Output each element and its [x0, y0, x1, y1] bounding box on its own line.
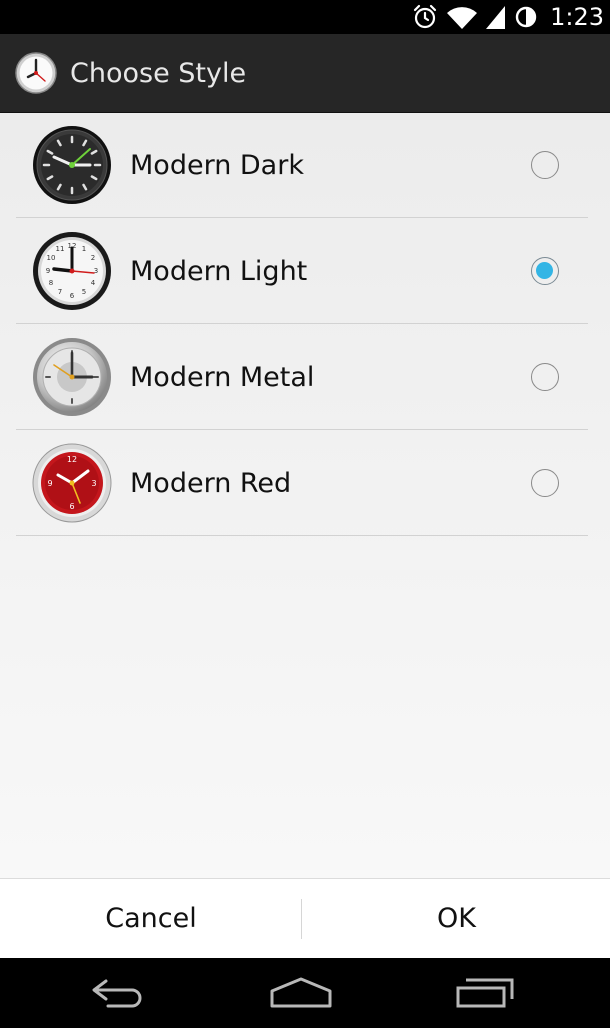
svg-text:9: 9 [46, 267, 50, 275]
navigation-bar [0, 958, 610, 1028]
svg-text:12: 12 [67, 455, 77, 464]
svg-text:1: 1 [82, 245, 86, 253]
ok-button[interactable]: OK [303, 879, 610, 958]
dialog-button-bar: Cancel OK [0, 878, 610, 958]
cancel-button[interactable]: Cancel [0, 879, 302, 958]
back-icon[interactable] [88, 975, 150, 1011]
option-modern-light[interactable]: 12 1 2 345 678 9 10 11 Modern Light [16, 219, 588, 324]
option-label: Modern Light [130, 256, 308, 287]
option-label: Modern Dark [130, 150, 304, 181]
wifi-icon [447, 7, 478, 29]
status-time: 1:23 [550, 3, 604, 31]
dark-clock-icon [33, 126, 111, 204]
svg-text:3: 3 [94, 267, 98, 275]
svg-text:4: 4 [91, 279, 96, 287]
option-label: Modern Metal [130, 362, 315, 393]
svg-text:11: 11 [56, 245, 65, 253]
option-modern-dark[interactable]: Modern Dark [16, 113, 588, 218]
svg-text:10: 10 [47, 254, 56, 262]
dialog-title-bar: Choose Style [0, 34, 610, 113]
screen: 1:23 Choose Style Modern Dark 12 1 2 3 4… [0, 0, 610, 1028]
svg-text:6: 6 [70, 292, 75, 300]
status-icons: 1:23 [412, 0, 604, 34]
option-modern-metal[interactable]: Modern Metal [16, 325, 588, 430]
option-modern-red[interactable]: 12 3 6 9 Modern Red [16, 431, 588, 536]
red-clock-icon: 12 3 6 9 [32, 443, 112, 523]
alarm-icon [413, 4, 437, 29]
radio-button[interactable] [531, 151, 559, 179]
svg-text:3: 3 [91, 479, 96, 488]
svg-text:5: 5 [82, 288, 86, 296]
clock-icon [15, 52, 57, 94]
radio-button-selected[interactable] [531, 257, 559, 285]
style-options-list: Modern Dark 12 1 2 345 678 9 10 11 Modern Li… [0, 113, 610, 878]
radio-button[interactable] [531, 363, 559, 391]
light-clock-icon: 12 12 345 678 91011 [33, 232, 111, 310]
svg-text:8: 8 [49, 279, 53, 287]
button-divider [301, 899, 302, 939]
battery-icon [515, 6, 537, 28]
option-label: Modern Red [130, 468, 292, 499]
home-icon[interactable] [268, 975, 334, 1011]
signal-icon [486, 6, 506, 29]
svg-text:7: 7 [58, 288, 62, 296]
svg-text:6: 6 [69, 502, 74, 511]
svg-text:2: 2 [91, 254, 95, 262]
svg-text:9: 9 [47, 479, 52, 488]
metal-clock-icon [33, 338, 111, 416]
dialog-title: Choose Style [70, 57, 247, 89]
status-bar: 1:23 [0, 0, 610, 34]
recent-apps-icon[interactable] [452, 975, 518, 1011]
radio-button[interactable] [531, 469, 559, 497]
